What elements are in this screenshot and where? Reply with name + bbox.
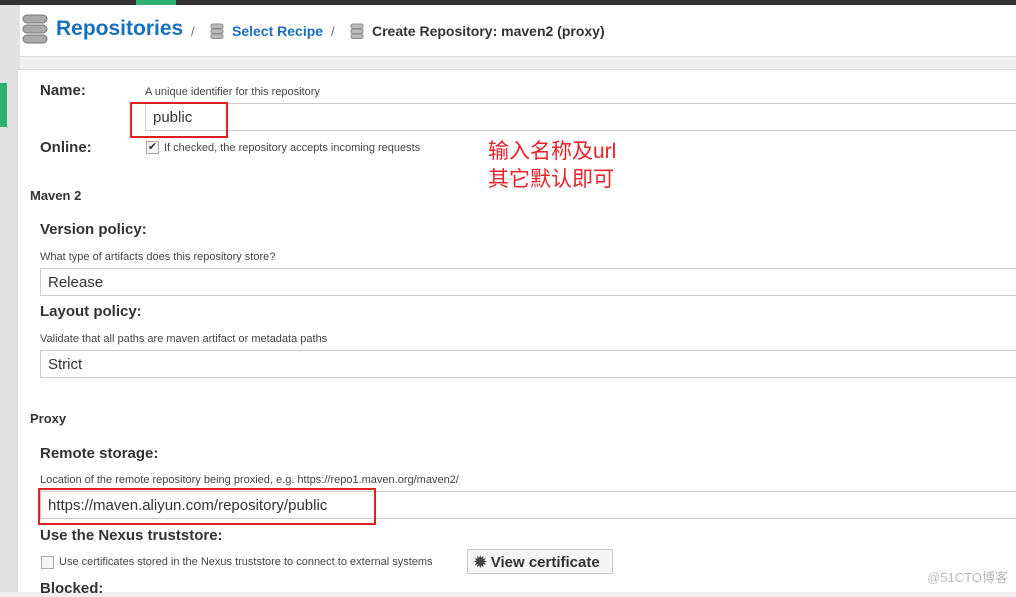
highlight-box [130, 102, 228, 138]
sidebar-active-indicator[interactable] [0, 83, 7, 127]
view-certificate-label: View certificate [490, 554, 600, 571]
breadcrumb-separator: / [331, 24, 335, 39]
annotation-line: 其它默认即可 [488, 168, 614, 191]
truststore-hint: Use certificates stored in the Nexus tru… [59, 556, 433, 568]
annotation: 输入名称及url 其它默认即可 [488, 138, 616, 194]
version-policy-hint: What type of artifacts does this reposit… [40, 251, 276, 263]
online-hint: If checked, the repository accepts incom… [164, 142, 421, 154]
maven-section-title: Maven 2 [30, 188, 82, 203]
version-policy-select[interactable]: Release [40, 268, 1016, 296]
remote-storage-label: Remote storage: [40, 445, 159, 462]
blocked-label: Blocked: [40, 580, 104, 597]
breadcrumb: Repositories / Select Recipe / Create Re… [20, 5, 1016, 57]
version-policy-label: Version policy: [40, 221, 147, 238]
certificate-icon: ✹ [474, 554, 487, 571]
online-checkbox[interactable]: ✔ [146, 141, 159, 154]
truststore-label: Use the Nexus truststore: [40, 527, 223, 544]
layout-policy-label: Layout policy: [40, 303, 142, 320]
breadcrumb-select-recipe[interactable]: Select Recipe [232, 23, 323, 39]
layout-policy-select[interactable]: Strict [40, 350, 1016, 378]
breadcrumb-repositories[interactable]: Repositories [56, 17, 183, 41]
name-input[interactable]: public [145, 103, 1016, 131]
database-icon [22, 14, 48, 44]
name-hint: A unique identifier for this repository [145, 86, 320, 98]
view-certificate-button[interactable]: ✹ View certificate [467, 549, 613, 574]
name-label: Name: [40, 82, 86, 99]
proxy-section-title: Proxy [30, 411, 67, 426]
truststore-checkbox[interactable] [41, 556, 54, 569]
database-icon [350, 23, 364, 39]
remote-storage-hint: Location of the remote repository being … [40, 474, 459, 486]
breadcrumb-separator: / [191, 24, 195, 39]
annotation-line: 输入名称及url [488, 140, 617, 163]
database-icon [210, 23, 224, 39]
layout-policy-hint: Validate that all paths are maven artifa… [40, 333, 328, 345]
breadcrumb-current: Create Repository: maven2 (proxy) [372, 23, 605, 39]
online-label: Online: [40, 139, 92, 156]
watermark: @51CTO博客 [927, 570, 1008, 585]
highlight-box [38, 488, 376, 525]
